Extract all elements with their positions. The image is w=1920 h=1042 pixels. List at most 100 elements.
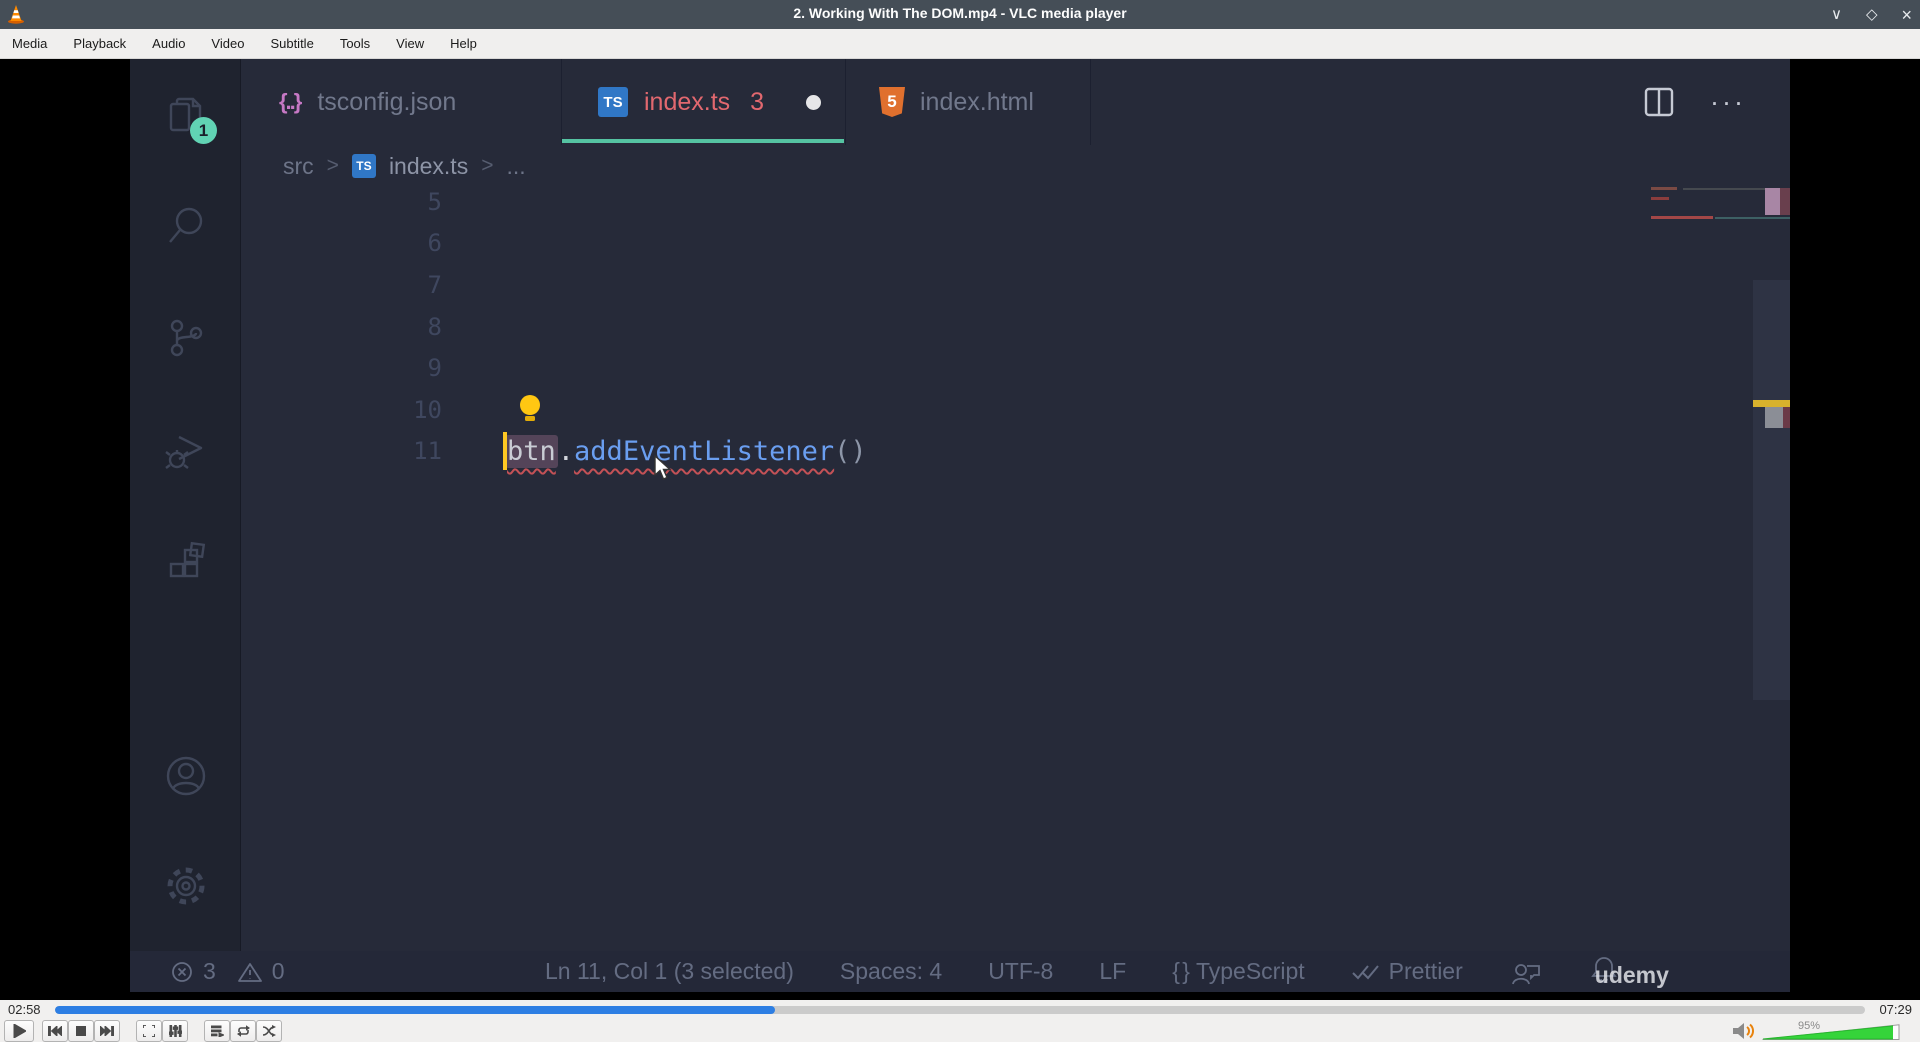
indentation[interactable]: Spaces: 4 — [840, 958, 942, 985]
feedback-icon[interactable] — [1509, 957, 1543, 987]
loop-icon — [236, 1025, 250, 1037]
code-row-current: 11 btn . addEventListener () — [241, 431, 1750, 473]
minimize-button[interactable]: ∨ — [1831, 7, 1842, 22]
run-debug-icon[interactable] — [163, 427, 209, 473]
minimap-mark — [1651, 197, 1669, 200]
double-check-icon — [1351, 964, 1379, 979]
playlist-icon — [210, 1025, 224, 1037]
minimap-mark — [1651, 216, 1713, 219]
breadcrumb-folder[interactable]: src — [283, 153, 314, 180]
line-number: 9 — [427, 354, 442, 383]
code-row: 8 — [241, 306, 1750, 348]
typescript-file-icon: TS — [351, 154, 376, 178]
split-editor-icon[interactable] — [1642, 85, 1676, 119]
video-frame-vscode: 1 {..} tsconfig.json TS index.ts 3 5 ind… — [130, 59, 1790, 992]
tab-index-ts[interactable]: TS index.ts 3 — [562, 59, 846, 145]
code-line[interactable]: btn . addEventListener () — [503, 431, 867, 470]
problems-indicator[interactable]: 3 0 — [170, 958, 285, 985]
search-icon[interactable] — [163, 202, 209, 248]
token-method: addEventListener — [574, 435, 835, 467]
menu-bar: Media Playback Audio Video Subtitle Tool… — [0, 29, 1920, 59]
overview-ruler-selection-mark — [1765, 407, 1783, 428]
random-button[interactable] — [256, 1020, 282, 1042]
more-actions-icon[interactable]: ··· — [1710, 87, 1746, 118]
extended-settings-button[interactable] — [162, 1020, 188, 1042]
code-area[interactable]: 5 6 7 8 9 10 11 btn . addEventListener (… — [241, 181, 1750, 472]
text-cursor — [503, 431, 507, 470]
menu-media[interactable]: Media — [12, 36, 47, 51]
source-control-icon[interactable] — [163, 315, 209, 361]
language-mode[interactable]: { } TypeScript — [1172, 958, 1304, 985]
token-dot: . — [557, 435, 575, 467]
menu-audio[interactable]: Audio — [152, 36, 185, 51]
mouse-pointer-icon — [654, 455, 672, 480]
seek-fill — [54, 1005, 776, 1014]
code-row: 7 — [241, 264, 1750, 306]
breadcrumb-file[interactable]: index.ts — [389, 153, 468, 180]
extensions-icon[interactable] — [163, 540, 209, 586]
stop-button[interactable] — [68, 1020, 94, 1042]
formatter-status[interactable]: Prettier — [1351, 958, 1463, 985]
maximize-button[interactable]: ◇ — [1866, 7, 1878, 22]
overview-ruler-mark — [1780, 188, 1790, 215]
selected-token: btn — [505, 434, 558, 468]
chevron-right-icon: > — [326, 154, 339, 177]
warning-count: 0 — [271, 958, 285, 984]
settings-gear-icon[interactable] — [163, 863, 209, 909]
explorer-badge: 1 — [190, 117, 217, 144]
overview-ruler-mark — [1783, 407, 1790, 428]
menu-view[interactable]: View — [396, 36, 424, 51]
menu-video[interactable]: Video — [211, 36, 244, 51]
shuffle-icon — [262, 1025, 276, 1037]
play-icon — [13, 1024, 26, 1038]
active-tab-underline — [562, 139, 844, 143]
seek-bar[interactable] — [54, 1005, 1866, 1014]
encoding[interactable]: UTF-8 — [988, 958, 1053, 985]
line-number: 10 — [413, 395, 442, 424]
vlc-window: 2. Working With The DOM.mp4 - VLC media … — [0, 0, 1920, 1042]
volume-slider[interactable] — [1762, 1024, 1900, 1040]
explorer-icon[interactable]: 1 — [163, 92, 217, 144]
token-parens: () — [834, 435, 867, 467]
scrollbar-thumb[interactable] — [1753, 280, 1790, 700]
lightbulb-icon[interactable] — [517, 394, 543, 426]
fullscreen-icon — [143, 1025, 155, 1037]
activity-bar: 1 — [130, 59, 241, 992]
video-canvas[interactable]: 1 {..} tsconfig.json TS index.ts 3 5 ind… — [0, 59, 1920, 1000]
previous-icon — [48, 1026, 62, 1036]
next-button[interactable] — [94, 1020, 120, 1042]
tab-label: index.ts — [644, 87, 731, 116]
play-button[interactable] — [4, 1020, 34, 1042]
minimap-mark — [1715, 217, 1790, 219]
volume-fill — [1762, 1024, 1894, 1040]
tab-index-html[interactable]: 5 index.html — [846, 59, 1091, 145]
loop-button[interactable] — [230, 1020, 256, 1042]
line-number: 7 — [427, 270, 442, 299]
account-icon[interactable] — [163, 753, 209, 799]
fullscreen-button[interactable] — [136, 1020, 162, 1042]
line-number: 11 — [413, 437, 442, 466]
seek-row: 02:58 07:29 — [0, 1000, 1920, 1019]
speaker-icon[interactable] — [1732, 1021, 1756, 1041]
previous-button[interactable] — [42, 1020, 68, 1042]
menu-tools[interactable]: Tools — [340, 36, 370, 51]
menu-playback[interactable]: Playback — [73, 36, 126, 51]
menu-subtitle[interactable]: Subtitle — [270, 36, 313, 51]
unsaved-dot-icon[interactable] — [806, 94, 822, 110]
minimap-mark — [1651, 187, 1677, 190]
close-button[interactable]: × — [1901, 6, 1912, 24]
total-time: 07:29 — [1879, 1002, 1912, 1017]
tab-tsconfig-json[interactable]: {..} tsconfig.json — [241, 59, 562, 145]
watermark-bell-cluster: udemy — [1589, 954, 1669, 990]
status-bar: 3 0 Ln 11, Col 1 (3 selected) Spaces: 4 … — [130, 951, 1790, 992]
stop-icon — [76, 1026, 86, 1036]
breadcrumb-symbol[interactable]: ... — [506, 153, 525, 180]
code-row: 6 — [241, 223, 1750, 265]
playlist-button[interactable] — [204, 1020, 230, 1042]
cursor-position[interactable]: Ln 11, Col 1 (3 selected) — [545, 958, 794, 985]
equalizer-icon — [168, 1025, 182, 1037]
eol-sequence[interactable]: LF — [1099, 958, 1126, 985]
elapsed-time: 02:58 — [8, 1002, 41, 1017]
json-file-icon: {..} — [279, 89, 302, 114]
menu-help[interactable]: Help — [450, 36, 477, 51]
